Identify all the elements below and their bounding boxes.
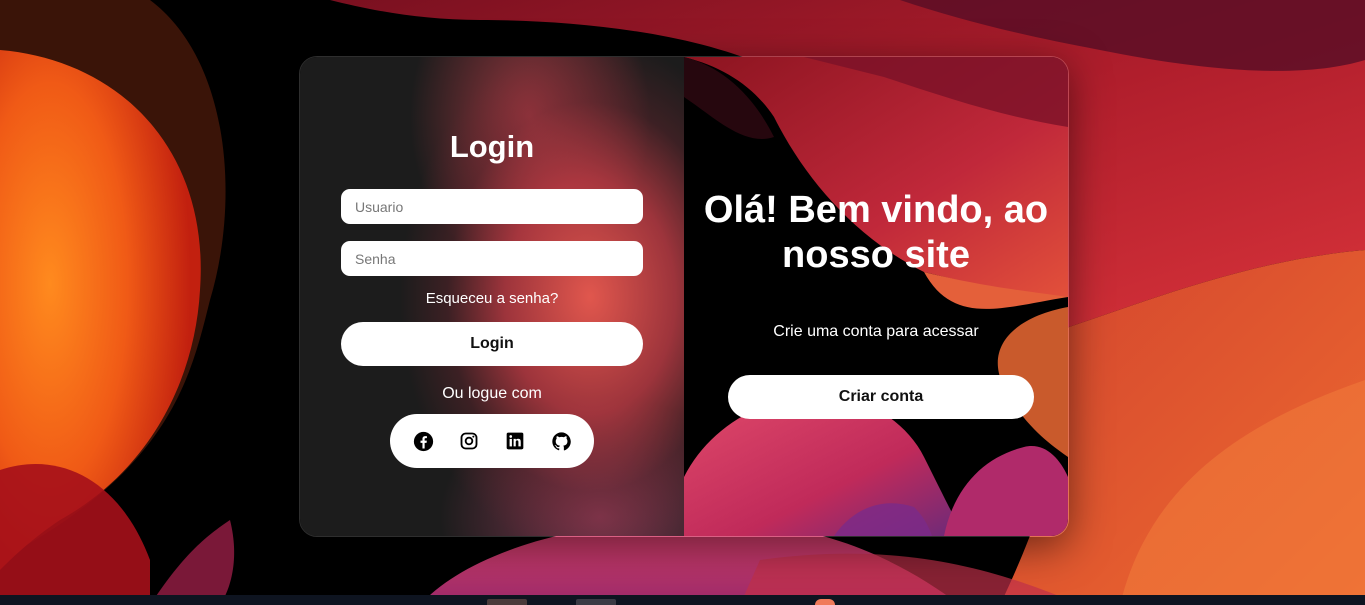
social-login-bar	[390, 414, 594, 468]
password-input[interactable]	[341, 241, 643, 276]
github-icon[interactable]	[550, 430, 572, 452]
welcome-heading: Olá! Bem vindo, ao nosso site	[703, 189, 1049, 276]
instagram-icon[interactable]	[458, 430, 480, 452]
username-input[interactable]	[341, 189, 643, 224]
linkedin-icon[interactable]	[504, 430, 526, 452]
welcome-panel: Olá! Bem vindo, ao nosso site Crie uma c…	[684, 57, 1068, 536]
taskbar-item[interactable]	[815, 599, 835, 605]
taskbar	[0, 595, 1365, 605]
login-card: Login Esqueceu a senha? Login Ou logue c…	[299, 56, 1069, 537]
login-title: Login	[449, 129, 535, 164]
welcome-panel-background	[684, 57, 1068, 536]
create-account-button[interactable]: Criar conta	[728, 375, 1034, 419]
login-panel: Login Esqueceu a senha? Login Ou logue c…	[300, 57, 684, 536]
taskbar-item[interactable]	[487, 599, 527, 605]
facebook-icon[interactable]	[412, 430, 434, 452]
login-button[interactable]: Login	[341, 322, 643, 366]
welcome-subtitle: Crie uma conta para acessar	[773, 323, 979, 340]
forgot-password-link[interactable]: Esqueceu a senha?	[300, 290, 684, 307]
social-login-prompt: Ou logue com	[442, 385, 542, 402]
taskbar-item[interactable]	[576, 599, 616, 605]
page-background: Login Esqueceu a senha? Login Ou logue c…	[0, 0, 1365, 605]
